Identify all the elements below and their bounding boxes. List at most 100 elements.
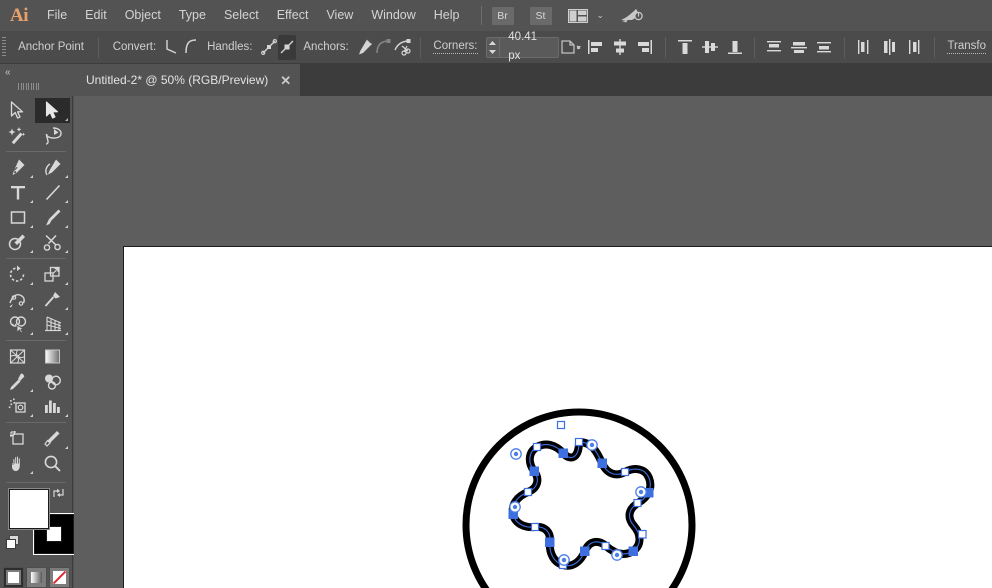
- menu-type[interactable]: Type: [170, 0, 215, 31]
- convert-to-smooth-icon[interactable]: [182, 35, 200, 60]
- tool-pen[interactable]: [0, 155, 35, 180]
- menu-help[interactable]: Help: [425, 0, 469, 31]
- anchor-point[interactable]: [556, 420, 566, 430]
- menu-select[interactable]: Select: [215, 0, 268, 31]
- tool-free-transform[interactable]: [35, 287, 70, 312]
- hide-handles-icon[interactable]: [277, 34, 297, 60]
- convert-to-corner-icon[interactable]: [163, 35, 181, 60]
- tool-width[interactable]: [0, 287, 35, 312]
- corners-value[interactable]: 40.41 px: [500, 28, 557, 66]
- rocket-discover-icon[interactable]: [620, 7, 644, 25]
- tool-column-graph[interactable]: [35, 394, 70, 419]
- show-handles-icon[interactable]: [259, 35, 277, 60]
- align-horizontal-center-icon[interactable]: [608, 35, 633, 60]
- collapse-panel-icon[interactable]: «: [5, 67, 10, 78]
- anchor-point[interactable]: [628, 546, 638, 556]
- document-tab[interactable]: Untitled-2* @ 50% (RGB/Preview) ✕: [73, 64, 302, 96]
- fill-swatch[interactable]: [9, 489, 49, 529]
- corner-widget[interactable]: [558, 554, 570, 566]
- tool-rotate[interactable]: [0, 262, 35, 287]
- cut-path-icon[interactable]: [393, 35, 413, 60]
- tool-scissors[interactable]: [35, 230, 70, 255]
- tool-type[interactable]: [0, 180, 35, 205]
- transform-label[interactable]: Transfo: [947, 40, 987, 54]
- tool-lasso[interactable]: [35, 123, 70, 148]
- tool-magic-wand[interactable]: [0, 123, 35, 148]
- tool-selection[interactable]: [0, 98, 35, 123]
- corner-widget[interactable]: [509, 501, 521, 513]
- tool-eyedropper[interactable]: [0, 369, 35, 394]
- corner-widget[interactable]: [635, 486, 647, 498]
- color-mode-color[interactable]: [2, 567, 24, 588]
- anchor-point[interactable]: [530, 522, 540, 532]
- distribute-left-icon[interactable]: [852, 35, 877, 60]
- tool-mesh[interactable]: [0, 344, 35, 369]
- stepper-arrows-icon[interactable]: [487, 37, 501, 57]
- close-icon[interactable]: ✕: [280, 74, 291, 87]
- tool-artboard[interactable]: [0, 426, 35, 451]
- menu-window[interactable]: Window: [362, 0, 424, 31]
- anchor-point[interactable]: [597, 458, 607, 468]
- align-bottom-icon[interactable]: [722, 35, 747, 60]
- align-top-icon[interactable]: [672, 35, 697, 60]
- remove-anchor-icon[interactable]: [356, 35, 374, 60]
- tool-shape-builder[interactable]: [0, 312, 35, 337]
- tool-hand[interactable]: [0, 451, 35, 476]
- distribute-vertical-center-icon[interactable]: [787, 35, 812, 60]
- menu-object[interactable]: Object: [116, 0, 170, 31]
- bridge-button[interactable]: Br: [491, 6, 514, 25]
- anchor-point[interactable]: [532, 442, 542, 452]
- anchor-point[interactable]: [580, 546, 590, 556]
- workspace-layout-icon[interactable]: [567, 8, 588, 23]
- connect-anchors-icon[interactable]: [374, 35, 392, 60]
- isolate-object-icon[interactable]: [559, 35, 583, 60]
- tool-zoom[interactable]: [35, 451, 70, 476]
- align-right-icon[interactable]: [633, 35, 658, 60]
- corner-widget[interactable]: [586, 439, 598, 451]
- distribute-horizontal-center-icon[interactable]: [877, 35, 902, 60]
- chevron-down-icon[interactable]: ⌄: [597, 10, 605, 21]
- anchor-point[interactable]: [523, 487, 533, 497]
- anchor-point[interactable]: [529, 466, 539, 476]
- anchor-point[interactable]: [633, 498, 642, 508]
- align-vertical-center-icon[interactable]: [697, 35, 722, 60]
- align-left-icon[interactable]: [583, 35, 608, 60]
- distribute-bottom-icon[interactable]: [812, 35, 837, 60]
- tool-gradient[interactable]: [35, 344, 70, 369]
- artboard[interactable]: [123, 246, 992, 588]
- tool-slice[interactable]: [35, 426, 70, 451]
- anchor-point[interactable]: [545, 537, 555, 547]
- tool-symbol-sprayer[interactable]: [0, 394, 35, 419]
- default-fill-stroke-icon[interactable]: [6, 535, 21, 550]
- swap-fill-stroke-icon[interactable]: [52, 487, 65, 499]
- menu-edit[interactable]: Edit: [76, 0, 116, 31]
- toolbar-drag-handle[interactable]: [18, 83, 39, 90]
- distribute-top-icon[interactable]: [762, 35, 787, 60]
- tool-rectangle[interactable]: [0, 205, 35, 230]
- tool-blend[interactable]: [35, 369, 70, 394]
- color-mode-gradient[interactable]: [25, 567, 47, 588]
- anchor-point[interactable]: [637, 529, 647, 539]
- anchor-point[interactable]: [620, 467, 630, 477]
- corner-widget[interactable]: [510, 448, 522, 460]
- distribute-right-icon[interactable]: [902, 35, 927, 60]
- menu-effect[interactable]: Effect: [268, 0, 318, 31]
- anchor-point[interactable]: [558, 448, 568, 458]
- anchor-point[interactable]: [574, 437, 584, 447]
- menu-view[interactable]: View: [317, 0, 362, 31]
- corners-stepper[interactable]: 40.41 px: [485, 31, 559, 62]
- tool-perspective-grid[interactable]: [35, 312, 70, 337]
- color-mode-none[interactable]: [48, 567, 70, 588]
- control-bar-grip[interactable]: [0, 31, 8, 64]
- corner-widget[interactable]: [611, 549, 623, 561]
- tool-shaper[interactable]: [0, 230, 35, 255]
- anchor-point[interactable]: [601, 541, 610, 551]
- tool-scale[interactable]: [35, 262, 70, 287]
- stock-button[interactable]: St: [529, 6, 552, 25]
- tool-paintbrush[interactable]: [35, 205, 70, 230]
- menu-file[interactable]: File: [38, 0, 76, 31]
- corners-label[interactable]: Corners:: [433, 40, 478, 54]
- canvas-area[interactable]: [74, 96, 992, 588]
- tool-curvature[interactable]: [35, 155, 70, 180]
- tool-direct-selection[interactable]: [35, 98, 70, 123]
